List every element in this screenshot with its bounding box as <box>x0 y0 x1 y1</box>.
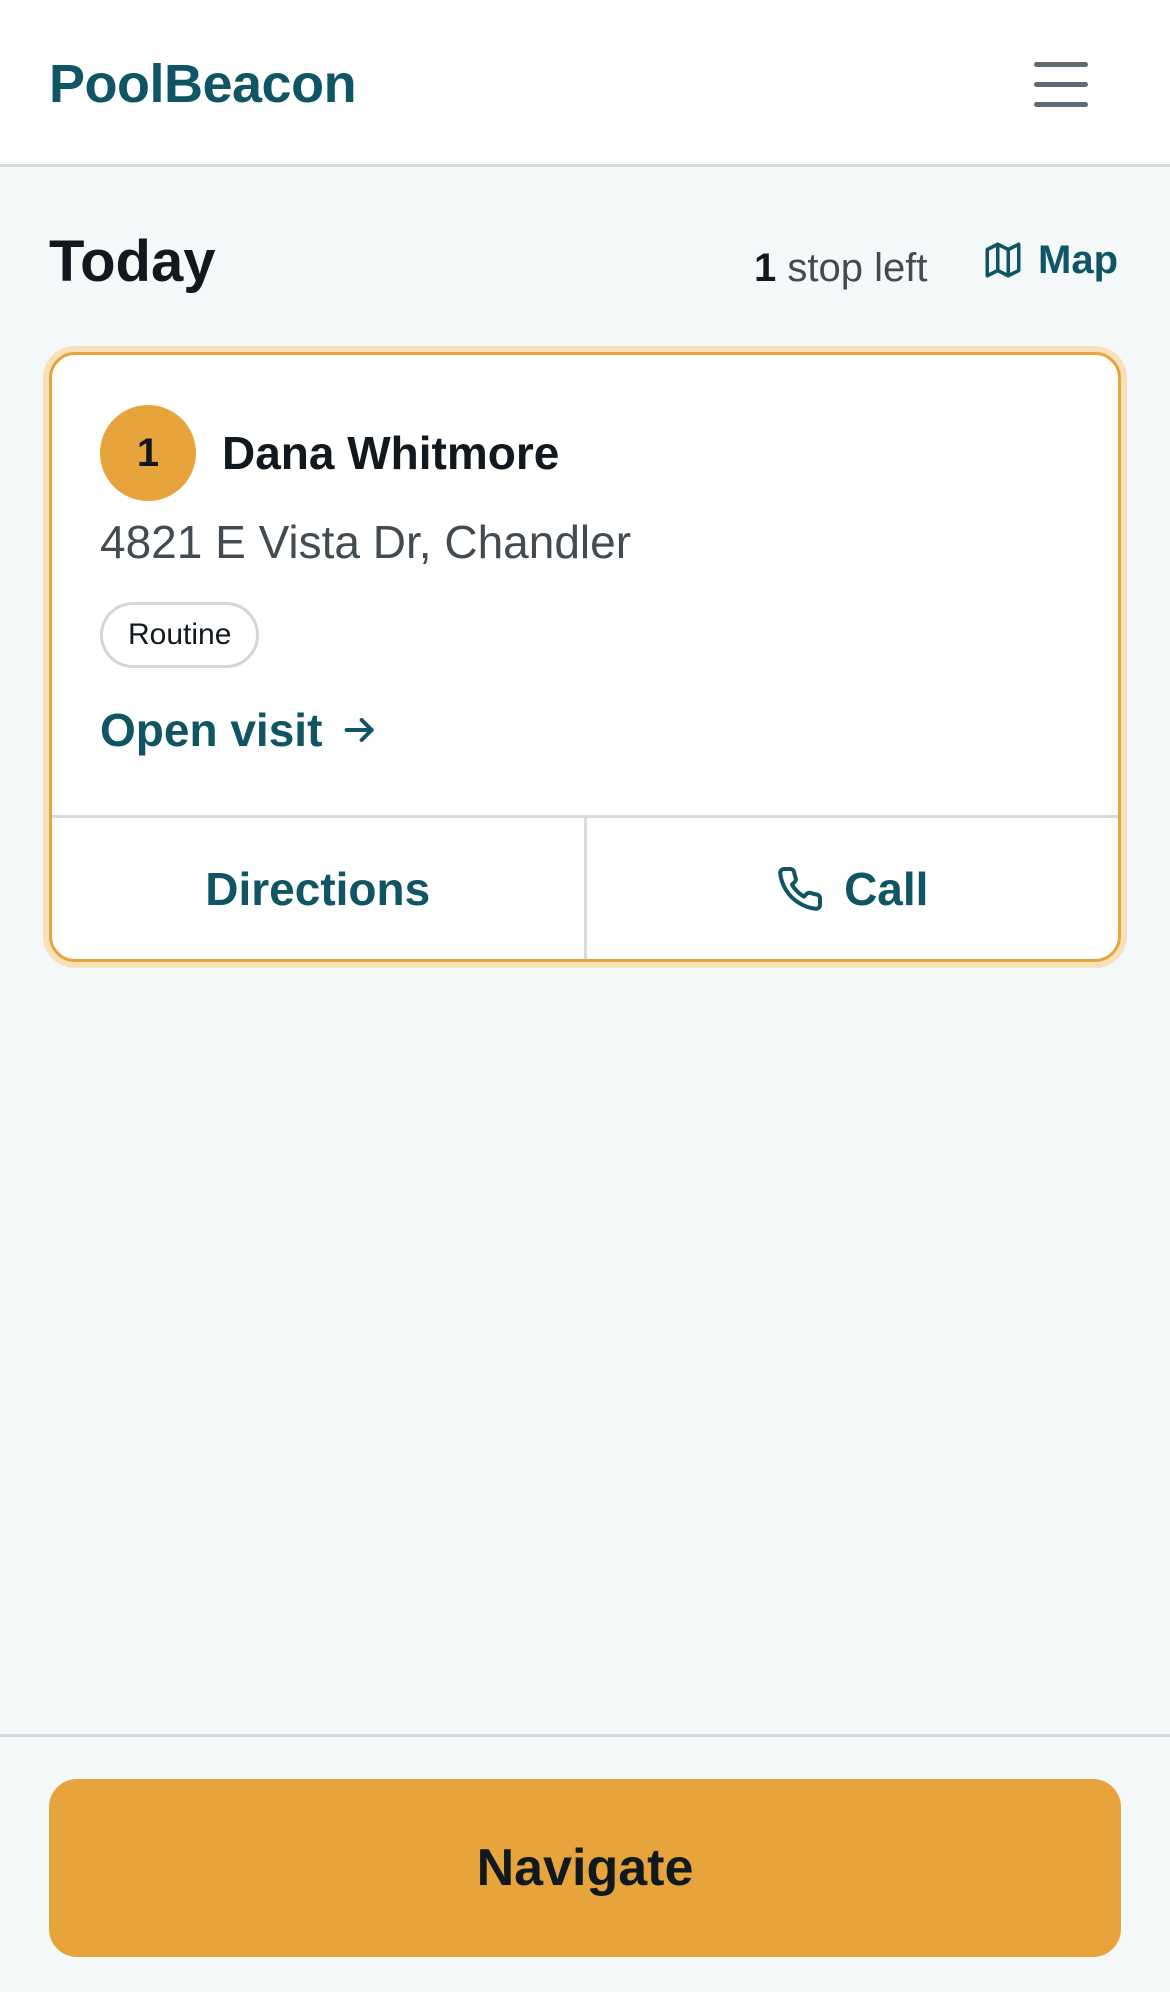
menu-button[interactable] <box>1028 54 1096 114</box>
call-label: Call <box>844 862 929 915</box>
map-link[interactable]: Map <box>982 234 1118 286</box>
arrow-right-icon <box>345 718 375 742</box>
customer-name: Dana Whitmore <box>222 427 560 479</box>
stop-card: 1 Dana Whitmore 4821 E Vista Dr, Chandle… <box>49 352 1121 962</box>
map-icon <box>985 242 1021 278</box>
stops-left-label: stop left <box>787 246 928 290</box>
stop-number-badge: 1 <box>100 405 196 501</box>
stop-card-actions: Directions Call <box>52 815 1118 959</box>
service-type-tag: Routine <box>100 602 260 668</box>
map-link-label: Map <box>1038 237 1118 282</box>
customer-address: 4821 E Vista Dr, Chandler <box>100 516 632 568</box>
hamburger-menu-icon <box>1034 62 1088 67</box>
navigate-button[interactable]: Navigate <box>49 1779 1121 1957</box>
open-visit-label: Open visit <box>100 704 323 756</box>
phone-icon <box>778 866 823 911</box>
stops-left-summary: 1 stop left <box>754 244 927 292</box>
page-title: Today <box>49 229 216 294</box>
directions-label: Directions <box>205 862 431 915</box>
directions-button[interactable]: Directions <box>52 818 584 959</box>
open-visit-link[interactable]: Open visit <box>100 701 380 759</box>
stops-left-count: 1 <box>754 246 777 290</box>
bottom-action-bar: Navigate <box>0 1734 1170 1992</box>
app-header: PoolBeacon <box>0 0 1170 167</box>
brand-logo[interactable]: PoolBeacon <box>49 52 357 116</box>
call-button[interactable]: Call <box>583 818 1119 959</box>
